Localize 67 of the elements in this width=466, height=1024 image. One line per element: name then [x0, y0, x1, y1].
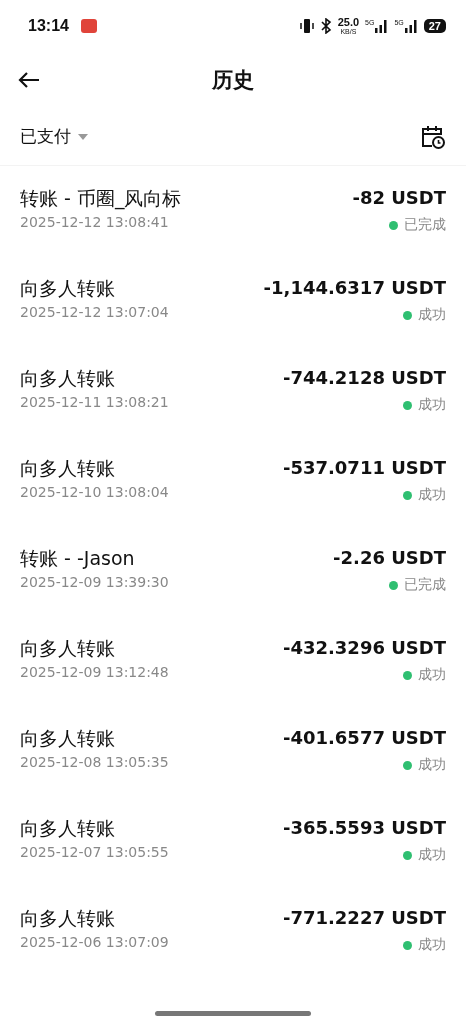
transaction-title: 向多人转账: [20, 906, 116, 930]
bluetooth-icon: [319, 18, 332, 34]
status-filter-dropdown[interactable]: 已支付: [20, 125, 89, 148]
transaction-title: 向多人转账: [20, 636, 116, 660]
transaction-time: 2025-12-12 13:08:41: [20, 214, 170, 230]
transaction-time: 2025-12-12 13:07:04: [20, 304, 169, 320]
back-arrow-icon[interactable]: [18, 71, 40, 89]
transaction-status: 成功: [418, 396, 446, 414]
status-dot-icon: [403, 400, 412, 410]
transaction-row[interactable]: 转账 - 币圈_风向标 2025-12-12 13:08:41 -82 USDT 已完成: [0, 166, 466, 256]
status-dot-icon: [403, 760, 412, 770]
transaction-time: 2025-12-09 13:12:48: [20, 664, 169, 680]
signal-icon: [374, 19, 389, 33]
transaction-amount: -432.3296 USDT: [282, 636, 446, 660]
transaction-row[interactable]: 向多人转账 2025-12-12 13:07:04 -1,144.6317 USDT 成功: [0, 256, 466, 346]
transaction-time: 2025-12-08 13:05:35: [20, 754, 169, 770]
transaction-title: 向多人转账: [20, 276, 116, 300]
network-speed: 25.0: [337, 17, 360, 28]
transaction-row[interactable]: 向多人转账 2025-12-11 13:08:21 -744.2128 USDT 成功: [0, 346, 466, 436]
battery-indicator: 27: [423, 19, 446, 33]
signal-icon: [403, 19, 418, 33]
transaction-time: 2025-12-09 13:39:30: [20, 574, 169, 590]
transaction-status: 成功: [418, 936, 446, 954]
transaction-row[interactable]: 向多人转账 2025-12-06 13:07:09 -771.2227 USDT 成功: [0, 886, 466, 976]
transaction-status: 已完成: [404, 576, 446, 594]
transaction-status: 成功: [418, 756, 446, 774]
transaction-amount: -365.5593 USDT: [282, 816, 446, 840]
vibrate-icon: [299, 18, 314, 34]
transaction-title: 向多人转账: [20, 456, 116, 480]
transaction-status: 已完成: [404, 216, 446, 234]
calendar-icon[interactable]: [420, 123, 446, 150]
transaction-amount: -537.0711 USDT: [282, 456, 446, 480]
transaction-status: 成功: [418, 486, 446, 504]
transaction-amount: -401.6577 USDT: [282, 726, 446, 750]
status-dot-icon: [389, 220, 398, 230]
transaction-amount: -82 USDT: [352, 186, 446, 210]
transaction-status: 成功: [418, 666, 446, 684]
transaction-title: 向多人转账: [20, 816, 116, 840]
status-dot-icon: [403, 850, 412, 860]
transaction-row[interactable]: 向多人转账 2025-12-08 13:05:35 -401.6577 USDT 成功: [0, 706, 466, 796]
transaction-row[interactable]: 向多人转账 2025-12-10 13:08:04 -537.0711 USDT 成功: [0, 436, 466, 526]
transaction-status: 成功: [418, 846, 446, 864]
transaction-amount: -1,144.6317 USDT: [263, 276, 446, 300]
transaction-title: 转账 - 币圈_风向标: [20, 186, 182, 210]
transaction-title: 向多人转账: [20, 366, 116, 390]
transaction-status: 成功: [418, 306, 446, 324]
transaction-row[interactable]: 向多人转账 2025-12-07 13:05:55 -365.5593 USDT 成功: [0, 796, 466, 886]
transaction-time: 2025-12-11 13:08:21: [20, 394, 169, 410]
transaction-time: 2025-12-07 13:05:55: [20, 844, 169, 860]
transaction-row[interactable]: 向多人转账 2025-12-09 13:12:48 -432.3296 USDT 成功: [0, 616, 466, 706]
transaction-time: 2025-12-06 13:07:09: [20, 934, 169, 950]
status-dot-icon: [403, 490, 412, 500]
transaction-title: 向多人转账: [20, 726, 116, 750]
transaction-row[interactable]: 转账 - -Jason 2025-12-09 13:39:30 -2.26 USDT 已完成: [0, 526, 466, 616]
status-dot-icon: [403, 940, 412, 950]
page-title: 历史: [212, 67, 254, 94]
status-dot-icon: [389, 580, 398, 590]
app-notification-icon: [80, 19, 97, 33]
status-time: 13:14: [28, 17, 69, 35]
transaction-amount: -744.2128 USDT: [282, 366, 446, 390]
transaction-time: 2025-12-10 13:08:04: [20, 484, 169, 500]
status-dot-icon: [403, 310, 412, 320]
status-dot-icon: [403, 670, 412, 680]
transaction-title: 转账 - -Jason: [20, 546, 136, 570]
transaction-amount: -2.26 USDT: [333, 546, 446, 570]
transaction-amount: -771.2227 USDT: [282, 906, 446, 930]
caret-icon: [77, 132, 89, 141]
